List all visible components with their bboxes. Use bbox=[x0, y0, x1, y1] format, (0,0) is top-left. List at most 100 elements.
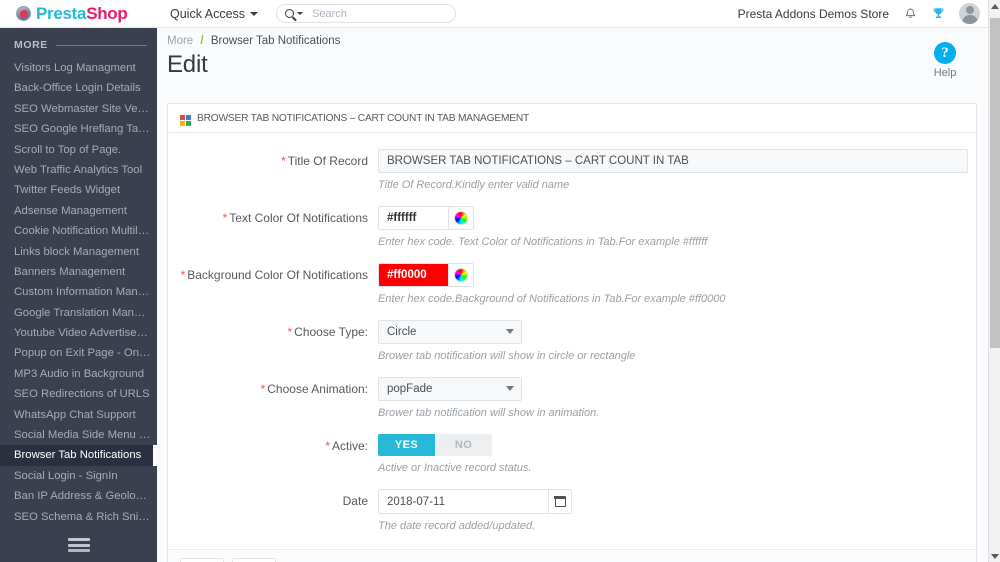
sidebar-item-label: Banners Management bbox=[14, 265, 126, 278]
sidebar-item-18[interactable]: Social Media Side Menu Links bbox=[0, 425, 157, 445]
required-marker: * bbox=[222, 211, 228, 225]
field-row-date: Date The date record added/updated. bbox=[168, 483, 976, 541]
store-name-link[interactable]: Presta Addons Demos Store bbox=[738, 7, 889, 21]
background-color-picker-button[interactable] bbox=[448, 263, 474, 287]
sidebar-item-9[interactable]: Links block Management bbox=[0, 242, 157, 262]
sidebar-item-17[interactable]: WhatsApp Chat Support bbox=[0, 405, 157, 425]
prestashop-logo[interactable]: Presta Shop bbox=[16, 3, 128, 24]
help-button[interactable]: ? Help bbox=[920, 42, 970, 79]
active-toggle-yes[interactable]: YES bbox=[378, 434, 435, 456]
field-row-choose-type: * Choose Type: Circle Brower tab notifica… bbox=[168, 314, 976, 371]
search-icon-group[interactable] bbox=[285, 9, 304, 18]
user-avatar-icon[interactable] bbox=[959, 3, 980, 24]
label-text: Title Of Record bbox=[287, 154, 368, 168]
date-input[interactable] bbox=[378, 489, 548, 514]
scroll-down-arrow-icon[interactable] bbox=[989, 550, 1000, 562]
sidebar-item-22[interactable]: SEO Schema & Rich Snippet bbox=[0, 507, 157, 527]
label-text: Active: bbox=[331, 439, 368, 453]
sidebar-item-13[interactable]: Youtube Video Advertisement bbox=[0, 323, 157, 343]
sidebar-item-label: Youtube Video Advertisement bbox=[14, 327, 157, 340]
text-color-input[interactable] bbox=[378, 206, 448, 230]
control-choose-animation: popFade Brower tab notification will sho… bbox=[378, 377, 976, 428]
sidebar-item-label: Popup on Exit Page - On Brows... bbox=[14, 347, 157, 360]
search-bar[interactable] bbox=[276, 4, 457, 23]
label-title-of-record: * Title Of Record bbox=[168, 149, 378, 173]
sidebar-item-label: Google Translation Management bbox=[14, 306, 157, 319]
text-color-picker-group bbox=[378, 206, 976, 230]
hamburger-line bbox=[67, 543, 90, 547]
sidebar-item-14[interactable]: Popup on Exit Page - On Brows... bbox=[0, 343, 157, 363]
sidebar-divider bbox=[55, 44, 147, 46]
sidebar-menu-list: Visitors Log Managment Back-Office Login … bbox=[0, 58, 157, 527]
scrollbar-thumb[interactable] bbox=[990, 18, 1000, 348]
required-marker: * bbox=[325, 439, 330, 453]
sidebar-item-19[interactable]: Browser Tab Notifications bbox=[0, 445, 157, 466]
background-color-input[interactable] bbox=[378, 263, 448, 287]
sidebar-item-6[interactable]: Twitter Feeds Widget bbox=[0, 180, 157, 200]
search-input[interactable] bbox=[312, 5, 443, 22]
sidebar-item-8[interactable]: Cookie Notification Multilingual bbox=[0, 221, 157, 241]
sidebar-item-5[interactable]: Web Traffic Analytics Tool bbox=[0, 160, 157, 180]
trophy-icon[interactable] bbox=[932, 7, 945, 21]
quick-access-dropdown[interactable]: Quick Access bbox=[168, 7, 260, 21]
sidebar-item-16[interactable]: SEO Redirections of URLS bbox=[0, 384, 157, 404]
control-active: YES NO Active or Inactive record status. bbox=[378, 434, 976, 483]
panel-title: BROWSER TAB NOTIFICATIONS – CART COUNT I… bbox=[197, 112, 530, 124]
title-of-record-input[interactable] bbox=[378, 149, 968, 173]
brand-logo-area[interactable]: Presta Shop bbox=[0, 0, 160, 28]
sidebar-item-7[interactable]: Adsense Management bbox=[0, 201, 157, 221]
color-wheel-icon bbox=[454, 268, 468, 282]
prestashop-admin-page: PrestaShop Quick Access Presta Addons De… bbox=[0, 0, 1000, 562]
footer-button-one[interactable] bbox=[180, 558, 224, 562]
edit-form-panel: BROWSER TAB NOTIFICATIONS – CART COUNT I… bbox=[167, 103, 977, 562]
text-color-picker-button[interactable] bbox=[448, 206, 474, 230]
help-button-label: Help bbox=[933, 67, 957, 79]
sidebar-navigation: MORE Visitors Log Managment Back-Office L… bbox=[0, 28, 157, 562]
sidebar-item-label: Visitors Log Managment bbox=[14, 62, 136, 74]
sidebar-item-label: MP3 Audio in Background bbox=[14, 367, 144, 380]
top-header-bar: PrestaShop Quick Access Presta Addons De… bbox=[0, 0, 988, 28]
sidebar-item-3[interactable]: SEO Google Hreflang Tags for ... bbox=[0, 119, 157, 139]
sidebar-item-4[interactable]: Scroll to Top of Page. bbox=[0, 140, 157, 160]
hamburger-menu-icon bbox=[67, 538, 90, 552]
sidebar-item-21[interactable]: Ban IP Address & Geolocation R... bbox=[0, 486, 157, 506]
help-text-date: The date record added/updated. bbox=[378, 520, 536, 532]
hamburger-line bbox=[67, 549, 90, 552]
background-color-picker-group bbox=[378, 263, 976, 287]
choose-type-select[interactable]: Circle bbox=[378, 320, 522, 344]
sidebar-item-label: Web Traffic Analytics Tool bbox=[14, 163, 143, 176]
sidebar-item-0[interactable]: Visitors Log Managment bbox=[0, 58, 157, 78]
sidebar-collapse-toggle[interactable] bbox=[0, 538, 157, 552]
sidebar-item-label: SEO Schema & Rich Snippet bbox=[14, 510, 157, 523]
sidebar-item-1[interactable]: Back-Office Login Details bbox=[0, 78, 157, 98]
breadcrumb-current: Browser Tab Notifications bbox=[210, 35, 341, 47]
sidebar-item-20[interactable]: Social Login - SignIn bbox=[0, 466, 157, 486]
question-mark-icon: ? bbox=[934, 42, 956, 64]
sidebar-item-label: Ban IP Address & Geolocation R... bbox=[14, 490, 157, 503]
choose-animation-select[interactable]: popFade bbox=[378, 377, 522, 401]
active-toggle-no[interactable]: NO bbox=[435, 434, 492, 456]
sidebar-item-11[interactable]: Custom Information Managem... bbox=[0, 282, 157, 302]
quick-access-label: Quick Access bbox=[170, 6, 246, 21]
label-text: Choose Animation: bbox=[267, 382, 368, 396]
sidebar-item-12[interactable]: Google Translation Management bbox=[0, 303, 157, 323]
date-picker-button[interactable] bbox=[548, 489, 572, 514]
browser-scrollbar[interactable] bbox=[988, 0, 1000, 562]
scroll-up-arrow-icon[interactable] bbox=[989, 0, 1000, 12]
footer-button-two[interactable] bbox=[232, 558, 276, 562]
bell-icon[interactable] bbox=[905, 7, 916, 19]
sidebar-item-15[interactable]: MP3 Audio in Background bbox=[0, 364, 157, 384]
logo-text-shop: Shop bbox=[86, 3, 128, 23]
help-text-text-color: Enter hex code. Text Color of Notificati… bbox=[378, 236, 708, 248]
sidebar-item-label: Custom Information Managem... bbox=[14, 286, 157, 299]
help-text-choose-animation: Brower tab notification will show in ani… bbox=[378, 407, 600, 419]
sidebar-section-title: MORE bbox=[14, 39, 48, 51]
label-text: Choose Type: bbox=[294, 325, 368, 339]
label-active: * Active: bbox=[168, 434, 378, 458]
prestashop-logo-icon bbox=[16, 6, 31, 21]
required-marker: * bbox=[281, 154, 286, 168]
sidebar-item-2[interactable]: SEO Webmaster Site Verification bbox=[0, 99, 157, 119]
top-header-middle: Quick Access bbox=[168, 0, 738, 28]
sidebar-item-10[interactable]: Banners Management bbox=[0, 262, 157, 282]
breadcrumb-parent[interactable]: More bbox=[167, 35, 193, 47]
